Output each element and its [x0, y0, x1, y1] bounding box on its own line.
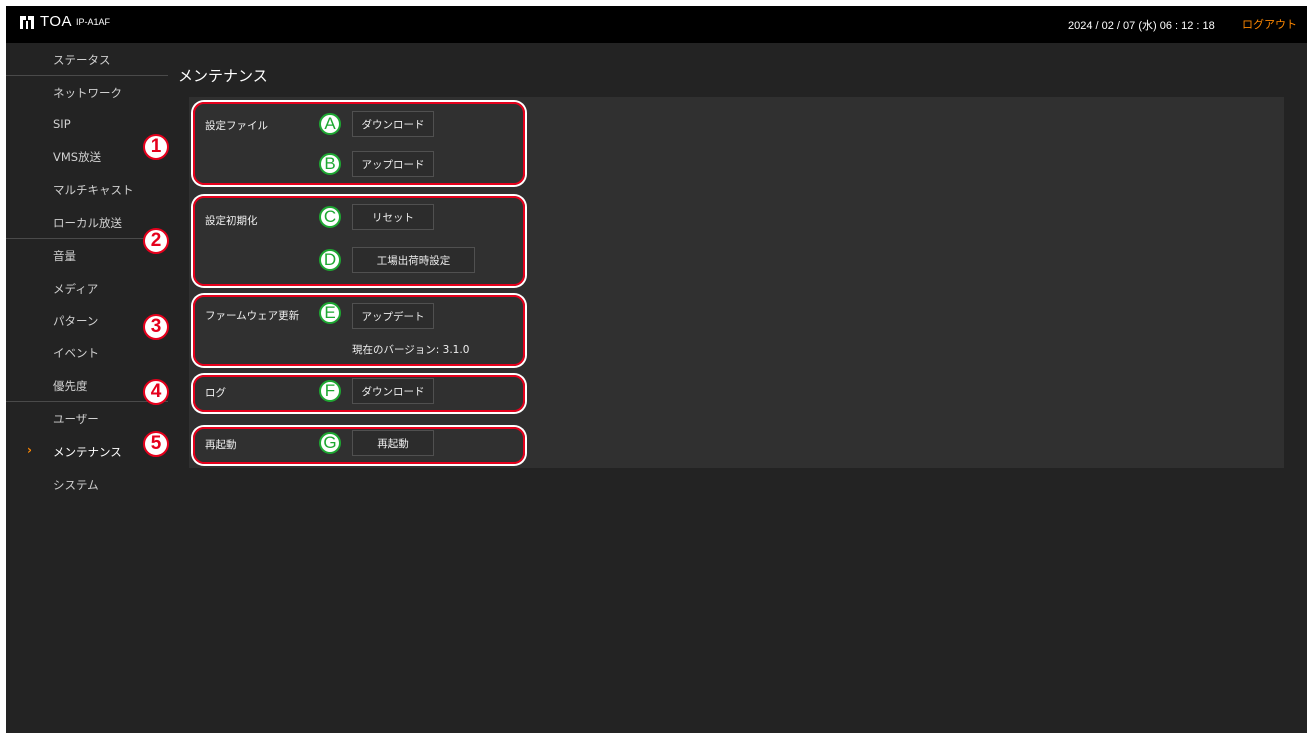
sidebar-item-label: メディア: [53, 282, 99, 296]
active-chevron-icon: ›: [27, 443, 32, 457]
init-label: 設定初期化: [205, 215, 258, 227]
marker-d-icon: D: [319, 249, 341, 271]
marker-c-icon: C: [319, 206, 341, 228]
sidebar-item-label: イベント: [53, 346, 99, 360]
marker-g-icon: G: [319, 432, 341, 454]
marker-f-icon: F: [319, 380, 341, 402]
log-download-button[interactable]: ダウンロード: [352, 378, 434, 404]
marker-e-icon: E: [319, 302, 341, 324]
sidebar-item-status[interactable]: ステータス: [6, 43, 171, 73]
settings-file-label: 設定ファイル: [205, 120, 268, 132]
sidebar-item-system[interactable]: システム: [6, 468, 171, 498]
firmware-update-button[interactable]: アップデート: [352, 303, 434, 329]
sidebar-item-media[interactable]: メディア: [6, 272, 171, 302]
marker-4-icon: 4: [143, 379, 169, 405]
sidebar-item-label: 音量: [53, 249, 76, 263]
page-title: メンテナンス: [178, 68, 268, 85]
reset-button[interactable]: リセット: [352, 204, 434, 230]
marker-5-icon: 5: [143, 431, 169, 457]
marker-b-icon: B: [319, 153, 341, 175]
sidebar-item-label: マルチキャスト: [53, 183, 134, 197]
sidebar-item-label: メンテナンス: [53, 445, 122, 459]
sidebar-item-label: ユーザー: [53, 412, 99, 426]
sidebar-item-label: SIP: [53, 117, 71, 131]
marker-1-icon: 1: [143, 134, 169, 160]
device-model: IP-A1AF: [76, 17, 111, 27]
top-bar: TOA IP-A1AF 2024 / 02 / 07 (水) 06 : 12 :…: [6, 6, 1307, 43]
sidebar-item-label: ステータス: [53, 53, 111, 67]
sidebar-item-label: 優先度: [53, 379, 88, 393]
sidebar-item-event[interactable]: イベント: [6, 336, 171, 366]
settings-upload-button[interactable]: アップロード: [352, 151, 434, 177]
logout-link[interactable]: ログアウト: [1242, 16, 1297, 32]
factory-default-button[interactable]: 工場出荷時設定: [352, 247, 475, 273]
app-window: TOA IP-A1AF 2024 / 02 / 07 (水) 06 : 12 :…: [6, 6, 1307, 733]
sidebar-item-network[interactable]: ネットワーク: [6, 76, 171, 106]
reboot-button[interactable]: 再起動: [352, 430, 434, 456]
marker-2-icon: 2: [143, 228, 169, 254]
log-label: ログ: [205, 387, 226, 399]
firmware-label: ファームウェア更新: [205, 310, 300, 322]
sidebar-item-label: システム: [53, 478, 99, 492]
sidebar-item-label: ネットワーク: [53, 86, 122, 100]
marker-3-icon: 3: [143, 314, 169, 340]
sidebar-item-label: パターン: [53, 314, 99, 328]
sidebar-item-multicast[interactable]: マルチキャスト: [6, 173, 171, 203]
date-time: 2024 / 02 / 07 (水) 06 : 12 : 18: [1068, 20, 1215, 32]
current-version-text: 現在のバージョン: 3.1.0: [352, 344, 470, 356]
brand-logo-text: TOA: [40, 13, 73, 30]
marker-a-icon: A: [319, 113, 341, 135]
toa-logo-icon: [20, 16, 34, 29]
settings-download-button[interactable]: ダウンロード: [352, 111, 434, 137]
reboot-label: 再起動: [205, 439, 237, 451]
sidebar-item-user[interactable]: ユーザー: [6, 402, 171, 432]
sidebar-item-sip[interactable]: SIP: [6, 108, 171, 138]
sidebar-item-label: ローカル放送: [53, 216, 122, 230]
sidebar-item-label: VMS放送: [53, 150, 102, 164]
